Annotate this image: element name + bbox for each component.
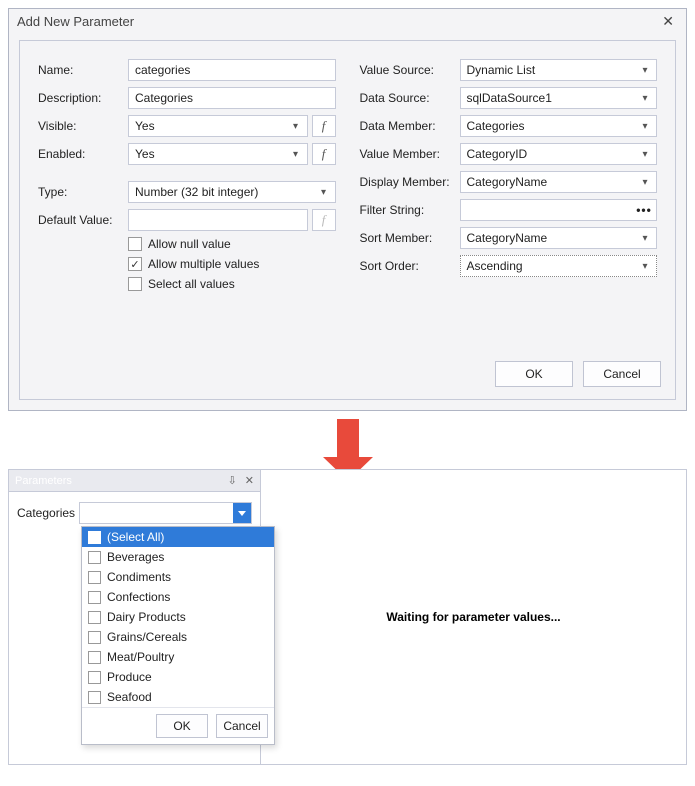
chevron-down-icon: ▾ <box>317 187 331 198</box>
data-member-label: Data Member: <box>360 119 460 133</box>
categories-combo[interactable] <box>79 502 252 524</box>
description-label: Description: <box>38 91 128 105</box>
visible-label: Visible: <box>38 119 128 133</box>
arrow-down-icon <box>8 419 687 459</box>
chevron-down-icon[interactable] <box>233 503 251 523</box>
checkbox-icon[interactable] <box>88 611 101 624</box>
chevron-down-icon: ▾ <box>289 149 303 160</box>
titlebar: Add New Parameter ✕ <box>9 9 686 34</box>
value-member-combo[interactable]: CategoryID ▾ <box>460 143 658 165</box>
waiting-message: Waiting for parameter values... <box>386 610 560 624</box>
expression-button[interactable]: f <box>312 143 336 165</box>
select-all-checkbox[interactable] <box>128 277 142 291</box>
add-parameter-dialog: Add New Parameter ✕ Name: Description: V… <box>8 8 687 411</box>
expression-button[interactable]: f <box>312 209 336 231</box>
cancel-button[interactable]: Cancel <box>583 361 661 387</box>
checkbox-icon[interactable] <box>88 571 101 584</box>
dialog-buttons: OK Cancel <box>495 361 661 387</box>
parameters-panel: Parameters ⇩ ✕ Categories (Select All) B… <box>9 470 261 764</box>
sort-member-combo[interactable]: CategoryName ▾ <box>460 227 658 249</box>
checkbox-icon[interactable] <box>88 531 101 544</box>
parameters-title: Parameters <box>15 475 72 487</box>
chevron-down-icon: ▾ <box>289 121 303 132</box>
visible-combo[interactable]: Yes ▾ <box>128 115 308 137</box>
enabled-combo[interactable]: Yes ▾ <box>128 143 308 165</box>
sort-order-combo[interactable]: Ascending ▾ <box>460 255 658 277</box>
value-member-label: Value Member: <box>360 147 460 161</box>
checkbox-icon[interactable] <box>88 651 101 664</box>
report-viewer: Parameters ⇩ ✕ Categories (Select All) B… <box>8 469 687 765</box>
filter-string-label: Filter String: <box>360 203 460 217</box>
pin-icon[interactable]: ⇩ <box>228 474 237 487</box>
dialog-body: Name: Description: Visible: Yes ▾ f En <box>19 40 676 400</box>
name-input[interactable] <box>128 59 336 81</box>
data-member-combo[interactable]: Categories ▾ <box>460 115 658 137</box>
dropdown-item[interactable]: Beverages <box>82 547 274 567</box>
select-all-label: Select all values <box>148 277 235 291</box>
name-label: Name: <box>38 63 128 77</box>
display-member-label: Display Member: <box>360 175 460 189</box>
categories-dropdown: (Select All) BeveragesCondimentsConfecti… <box>81 526 275 745</box>
categories-label: Categories <box>17 506 75 520</box>
dialog-title: Add New Parameter <box>17 14 134 29</box>
left-column: Name: Description: Visible: Yes ▾ f En <box>38 59 336 297</box>
allow-null-checkbox[interactable] <box>128 237 142 251</box>
default-value-input[interactable] <box>128 209 308 231</box>
dropdown-select-all[interactable]: (Select All) <box>82 527 274 547</box>
sort-order-label: Sort Order: <box>360 259 460 273</box>
expression-button[interactable]: f <box>312 115 336 137</box>
dropdown-item[interactable]: Confections <box>82 587 274 607</box>
ok-button[interactable]: OK <box>495 361 573 387</box>
viewer-area: Waiting for parameter values... <box>261 470 686 764</box>
close-icon[interactable]: ✕ <box>658 13 678 30</box>
dropdown-item[interactable]: Seafood <box>82 687 274 707</box>
chevron-down-icon: ▾ <box>638 65 652 76</box>
sort-member-label: Sort Member: <box>360 231 460 245</box>
right-column: Value Source: Dynamic List ▾ Data Source… <box>360 59 658 297</box>
value-source-label: Value Source: <box>360 63 460 77</box>
display-member-combo[interactable]: CategoryName ▾ <box>460 171 658 193</box>
chevron-down-icon: ▾ <box>638 149 652 160</box>
checkbox-icon[interactable] <box>88 671 101 684</box>
data-source-combo[interactable]: sqlDataSource1 ▾ <box>460 87 658 109</box>
ellipsis-icon[interactable]: ••• <box>636 203 652 217</box>
allow-null-label: Allow null value <box>148 237 231 251</box>
chevron-down-icon: ▾ <box>638 93 652 104</box>
close-icon[interactable]: ✕ <box>245 474 254 487</box>
description-input[interactable] <box>128 87 336 109</box>
default-value-label: Default Value: <box>38 213 128 227</box>
checkbox-icon[interactable] <box>88 631 101 644</box>
parameters-header: Parameters ⇩ ✕ <box>9 470 260 492</box>
dropdown-item[interactable]: Condiments <box>82 567 274 587</box>
chevron-down-icon: ▾ <box>638 121 652 132</box>
enabled-label: Enabled: <box>38 147 128 161</box>
type-label: Type: <box>38 185 128 199</box>
dropdown-cancel-button[interactable]: Cancel <box>216 714 268 738</box>
checkbox-icon[interactable] <box>88 691 101 704</box>
data-source-label: Data Source: <box>360 91 460 105</box>
chevron-down-icon: ▾ <box>638 233 652 244</box>
dropdown-item[interactable]: Grains/Cereals <box>82 627 274 647</box>
type-combo[interactable]: Number (32 bit integer) ▾ <box>128 181 336 203</box>
filter-string-input[interactable]: ••• <box>460 199 658 221</box>
chevron-down-icon: ▾ <box>638 177 652 188</box>
allow-multiple-label: Allow multiple values <box>148 257 259 271</box>
dropdown-item[interactable]: Meat/Poultry <box>82 647 274 667</box>
allow-multiple-checkbox[interactable]: ✓ <box>128 257 142 271</box>
chevron-down-icon: ▾ <box>638 261 652 272</box>
dropdown-item[interactable]: Produce <box>82 667 274 687</box>
dropdown-ok-button[interactable]: OK <box>156 714 208 738</box>
value-source-combo[interactable]: Dynamic List ▾ <box>460 59 658 81</box>
checkbox-icon[interactable] <box>88 591 101 604</box>
checkbox-icon[interactable] <box>88 551 101 564</box>
dropdown-item[interactable]: Dairy Products <box>82 607 274 627</box>
